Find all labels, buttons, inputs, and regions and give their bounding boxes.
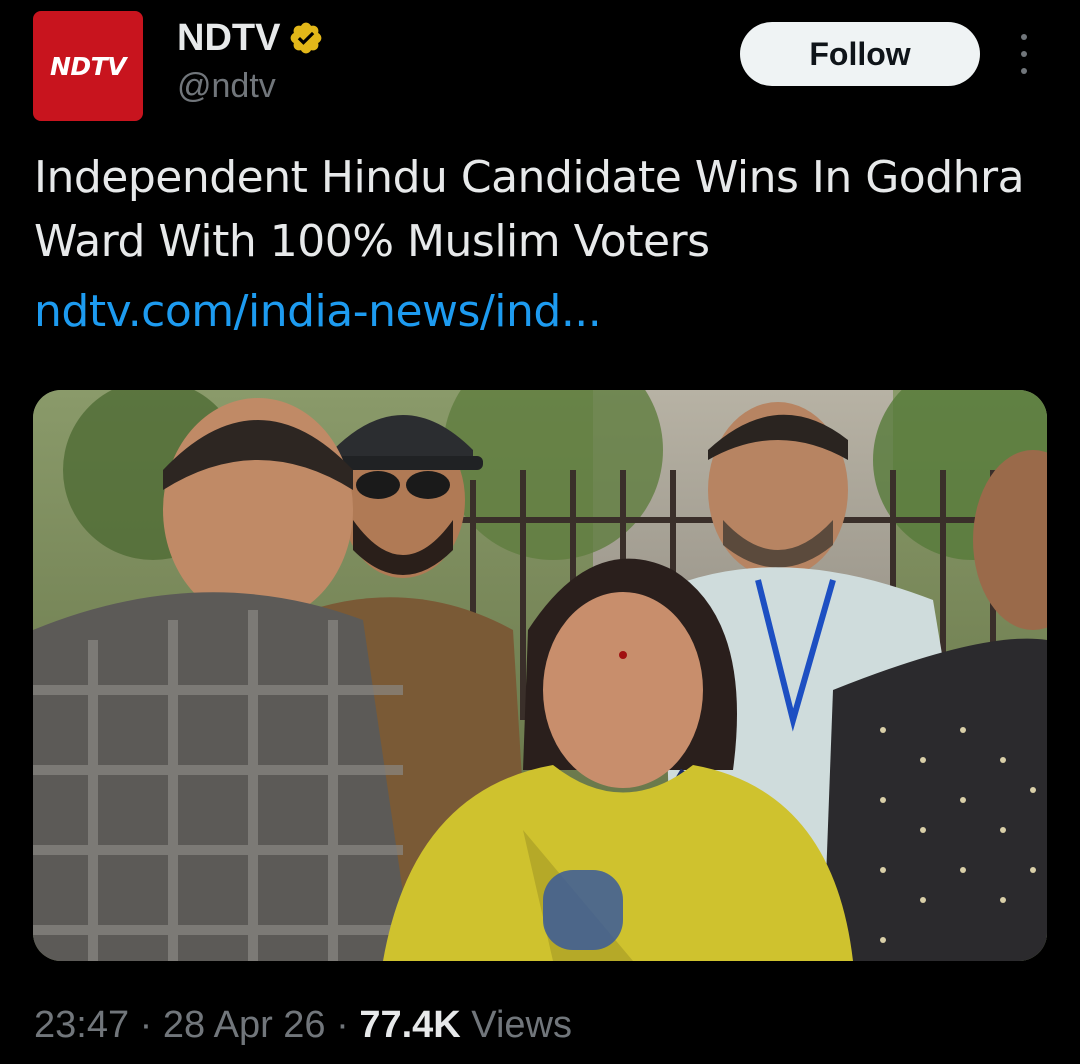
views-label: Views xyxy=(460,1004,572,1046)
follow-button[interactable]: Follow xyxy=(740,22,980,86)
author-avatar[interactable]: NDTV xyxy=(33,11,143,121)
tweet-photo[interactable] xyxy=(33,390,1047,961)
author-handle[interactable]: @ndtv xyxy=(177,66,276,106)
meta-separator: · xyxy=(325,1004,360,1046)
ndtv-logo: NDTV xyxy=(49,51,127,81)
author-display-name[interactable]: NDTV xyxy=(177,16,280,60)
views-count[interactable]: 77.4K xyxy=(359,1004,460,1046)
more-dot xyxy=(1021,68,1027,74)
tweet-link[interactable]: ndtv.com/india-news/ind... xyxy=(34,282,602,342)
tweet-date[interactable]: 28 Apr 26 xyxy=(163,1004,326,1046)
author-name-row[interactable]: NDTV xyxy=(177,16,324,60)
photo-illustration xyxy=(33,390,1047,961)
tweet-text: Independent Hindu Candidate Wins In Godh… xyxy=(34,152,1025,267)
tweet-meta: 23:47 · 28 Apr 26 · 77.4K Views xyxy=(34,1000,572,1050)
tweet-time[interactable]: 23:47 xyxy=(34,1004,129,1046)
more-options-icon[interactable] xyxy=(1006,34,1042,74)
more-dot xyxy=(1021,34,1027,40)
more-dot xyxy=(1021,51,1027,57)
verified-badge-icon xyxy=(291,22,322,54)
meta-separator: · xyxy=(129,1004,163,1046)
